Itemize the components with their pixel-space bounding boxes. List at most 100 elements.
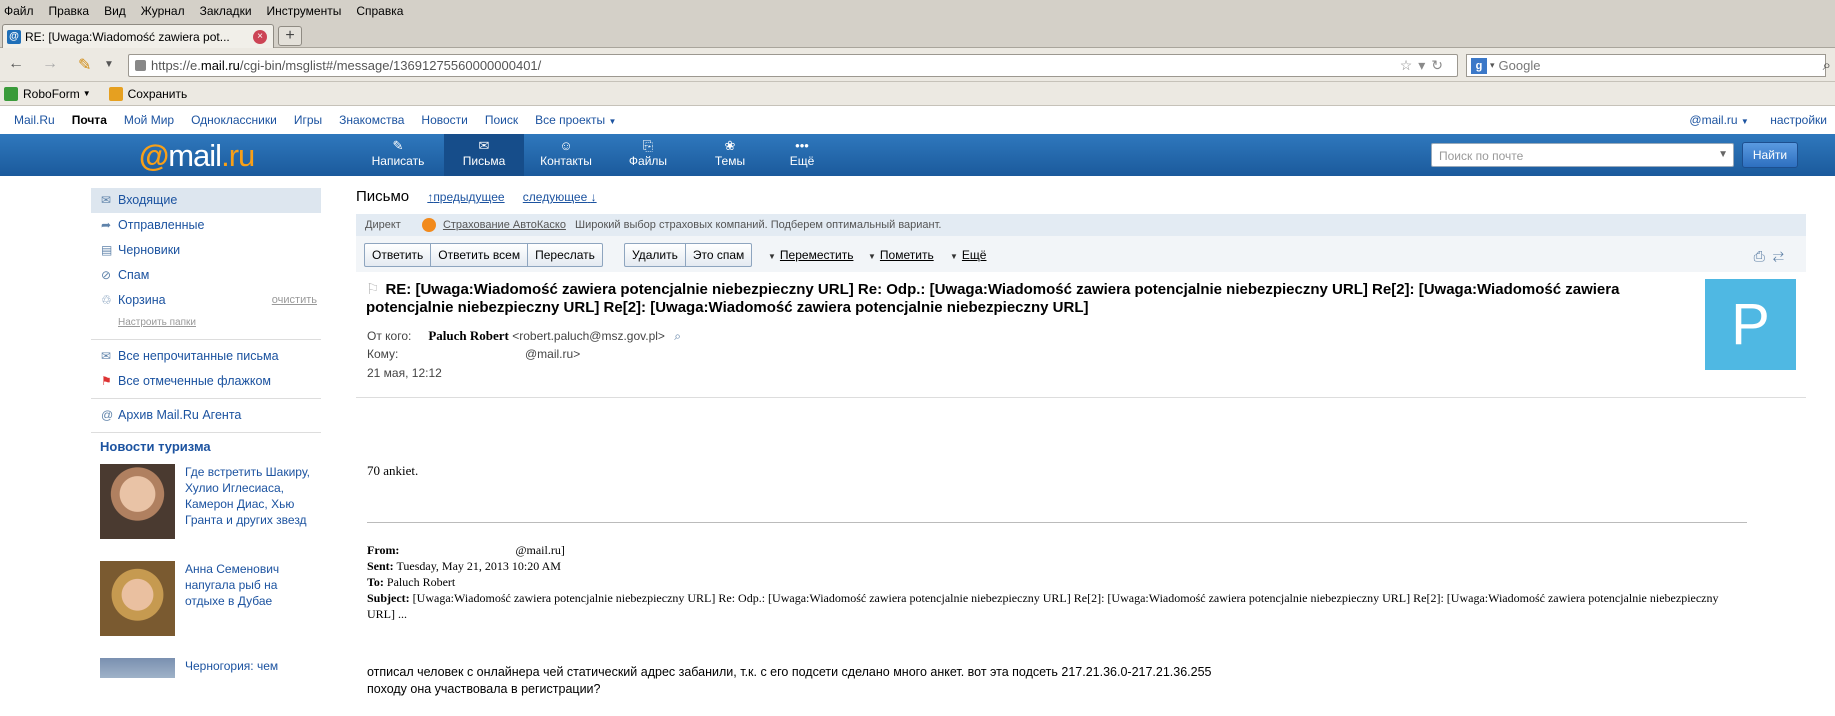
sidebar-item-agent-archive[interactable]: @ Архив Mail.Ru Агента [91, 403, 321, 428]
sidebar-item-trash[interactable]: ♲ Корзина очистить [91, 288, 321, 313]
news-title[interactable]: Новости туризма [91, 439, 321, 454]
google-icon[interactable]: g [1471, 57, 1487, 74]
sidebar-item-inbox[interactable]: ✉ Входящие [91, 188, 321, 213]
files-button[interactable]: ⎘ Файлы [608, 134, 688, 176]
browser-search-box[interactable]: g ▾ Google ⌕ [1466, 54, 1831, 77]
configure-folders-link[interactable]: Настроить папки [91, 313, 321, 335]
news-photo[interactable] [100, 658, 175, 678]
sidebar-item-flagged[interactable]: ⚑ Все отмеченные флажком [91, 369, 321, 394]
account-menu[interactable]: @mail.ru ▼ [1689, 113, 1748, 127]
news-item-text[interactable]: Черногория: чем [185, 658, 320, 678]
portal-link-myworld[interactable]: Мой Мир [124, 113, 174, 127]
ad-link[interactable]: Страхование АвтоКаско [443, 219, 566, 231]
ad-label: Директ [365, 219, 401, 231]
settings-link[interactable]: настройки [1770, 113, 1827, 127]
url-prefix: https://e. [151, 58, 201, 73]
roboform-dropdown-icon[interactable]: ▼ [83, 89, 91, 98]
menu-edit[interactable]: Правка [49, 4, 90, 18]
paperclip-icon: ⎘ [642, 138, 654, 153]
quote-sent-line: Sent: Tuesday, May 21, 2013 10:20 AM [367, 559, 561, 573]
site-identity-icon[interactable] [135, 60, 146, 71]
news-item[interactable]: Где встретить Шакиру, Хулио Иглесиаса, К… [100, 464, 321, 539]
letters-button[interactable]: ✉ Письма [444, 134, 524, 176]
save-bookmark[interactable]: Сохранить [128, 87, 188, 101]
news-item-text[interactable]: Анна Семенович напугала рыб на отдыхе в … [185, 561, 320, 636]
pencil-icon[interactable]: ✎ [78, 55, 91, 75]
portal-link-dating[interactable]: Знакомства [339, 113, 404, 127]
menu-history[interactable]: Журнал [141, 4, 185, 18]
news-photo[interactable] [100, 464, 175, 539]
roboform-bookmark[interactable]: RoboForm [23, 87, 80, 101]
move-menu[interactable]: ▼ Переместить [768, 248, 853, 262]
portal-link-mail[interactable]: Почта [72, 113, 107, 127]
menu-bookmarks[interactable]: Закладки [200, 4, 252, 18]
from-row: От кого: Paluch Robert <robert.paluch@ms… [367, 326, 681, 345]
portal-nav: Mail.Ru Почта Мой Мир Одноклассники Игры… [0, 106, 1835, 134]
menu-tools[interactable]: Инструменты [267, 4, 342, 18]
print-icon[interactable]: ⎙⇄ [1754, 248, 1792, 265]
news-item[interactable]: Анна Семенович напугала рыб на отдыхе в … [100, 561, 321, 636]
forward-button[interactable]: Переслать [528, 244, 602, 266]
message-nav: Письмо ↑предыдущее следующее ↓ [356, 188, 597, 205]
next-message-link[interactable]: следующее ↓ [523, 190, 597, 204]
drafts-icon: ▤ [101, 243, 113, 257]
news-item-text[interactable]: Где встретить Шакиру, Хулио Иглесиаса, К… [185, 464, 320, 539]
portal-link-games[interactable]: Игры [294, 113, 322, 127]
mailru-logo[interactable]: @mail.ru [139, 138, 255, 174]
themes-button[interactable]: ❀ Темы [690, 134, 770, 176]
search-icon[interactable]: ⌕ [1823, 57, 1831, 74]
clear-trash-link[interactable]: очистить [272, 288, 317, 313]
url-bar[interactable]: https://e. mail.ru/cgi-bin/msglist#/messa… [128, 54, 1458, 77]
back-arrow-icon[interactable]: ← [8, 55, 24, 73]
contacts-button[interactable]: ☺ Контакты [526, 134, 606, 176]
sidebar-item-spam[interactable]: ⊘ Спам [91, 263, 321, 288]
portal-link-mailru[interactable]: Mail.Ru [14, 113, 55, 127]
prev-message-link[interactable]: ↑предыдущее [427, 190, 504, 204]
sender-email[interactable]: <robert.paluch@msz.gov.pl> [512, 329, 665, 343]
more-menu[interactable]: ▼ Ещё [950, 248, 986, 262]
forward-arrow-icon[interactable]: → [42, 55, 58, 73]
save-icon [108, 86, 123, 101]
mail-favicon-icon: @ [7, 29, 21, 44]
sidebar-item-sent[interactable]: ➦ Отправленные [91, 213, 321, 238]
engine-dropdown-icon[interactable]: ▾ [1490, 60, 1495, 71]
new-tab-button[interactable]: + [278, 26, 302, 46]
menu-file[interactable]: Файл [4, 4, 34, 18]
portal-link-ok[interactable]: Одноклассники [191, 113, 277, 127]
sidebar-item-unread[interactable]: ✉ Все непрочитанные письма [91, 344, 321, 369]
search-dropdown-icon[interactable]: ▼ [1718, 149, 1728, 160]
unread-envelope-icon: ✉ [101, 349, 112, 363]
flag-icon[interactable]: ⚐ [366, 281, 379, 298]
menu-view[interactable]: Вид [104, 4, 126, 18]
body-line: походу она участвовала в регистрации? [367, 682, 601, 696]
spam-button[interactable]: Это спам [686, 244, 751, 266]
portal-link-news[interactable]: Новости [421, 113, 467, 127]
browser-navbar: ← → ✎ ▼ https://e. mail.ru/cgi-bin/msglis… [0, 48, 1835, 82]
compose-button[interactable]: ✎ Написать [358, 134, 438, 176]
agent-icon: @ [101, 408, 114, 422]
account-dropdown-icon: ▼ [1740, 117, 1749, 126]
mail-search-input[interactable]: Поиск по почте ▼ [1431, 143, 1734, 167]
news-photo[interactable] [100, 561, 175, 636]
reply-button[interactable]: Ответить [365, 244, 432, 266]
find-button[interactable]: Найти [1742, 142, 1798, 168]
menu-help[interactable]: Справка [356, 4, 403, 18]
sender-name[interactable]: Paluch Robert [428, 328, 509, 343]
url-star-icon[interactable]: ☆▾↻ [1400, 57, 1449, 74]
magnifier-icon[interactable]: ⌕ [674, 329, 681, 343]
browser-tab[interactable]: @ RE: [Uwaga:Wiadomość zawiera pot... × [2, 24, 274, 48]
more-button[interactable]: ••• Ещё [762, 134, 842, 176]
reply-all-button[interactable]: Ответить всем [431, 244, 529, 266]
portal-link-all-projects[interactable]: Все проекты ▼ [535, 113, 616, 127]
portal-link-search[interactable]: Поиск [485, 113, 518, 127]
quoted-header: From: @mail.ru] Sent: Tuesday, May 21, 20… [367, 542, 1747, 622]
mark-menu[interactable]: ▼ Пометить [868, 248, 934, 262]
delete-button[interactable]: Удалить [625, 244, 686, 266]
ad-logo-icon [421, 218, 436, 233]
news-item[interactable]: Черногория: чем [100, 658, 321, 678]
close-tab-icon[interactable]: × [253, 29, 267, 44]
down-arrow-icon: ↓ [590, 190, 597, 204]
sidebar-item-drafts[interactable]: ▤ Черновики [91, 238, 321, 263]
dropdown-arrow-icon[interactable]: ▼ [104, 59, 114, 70]
recipient[interactable]: @mail.ru> [525, 345, 580, 364]
